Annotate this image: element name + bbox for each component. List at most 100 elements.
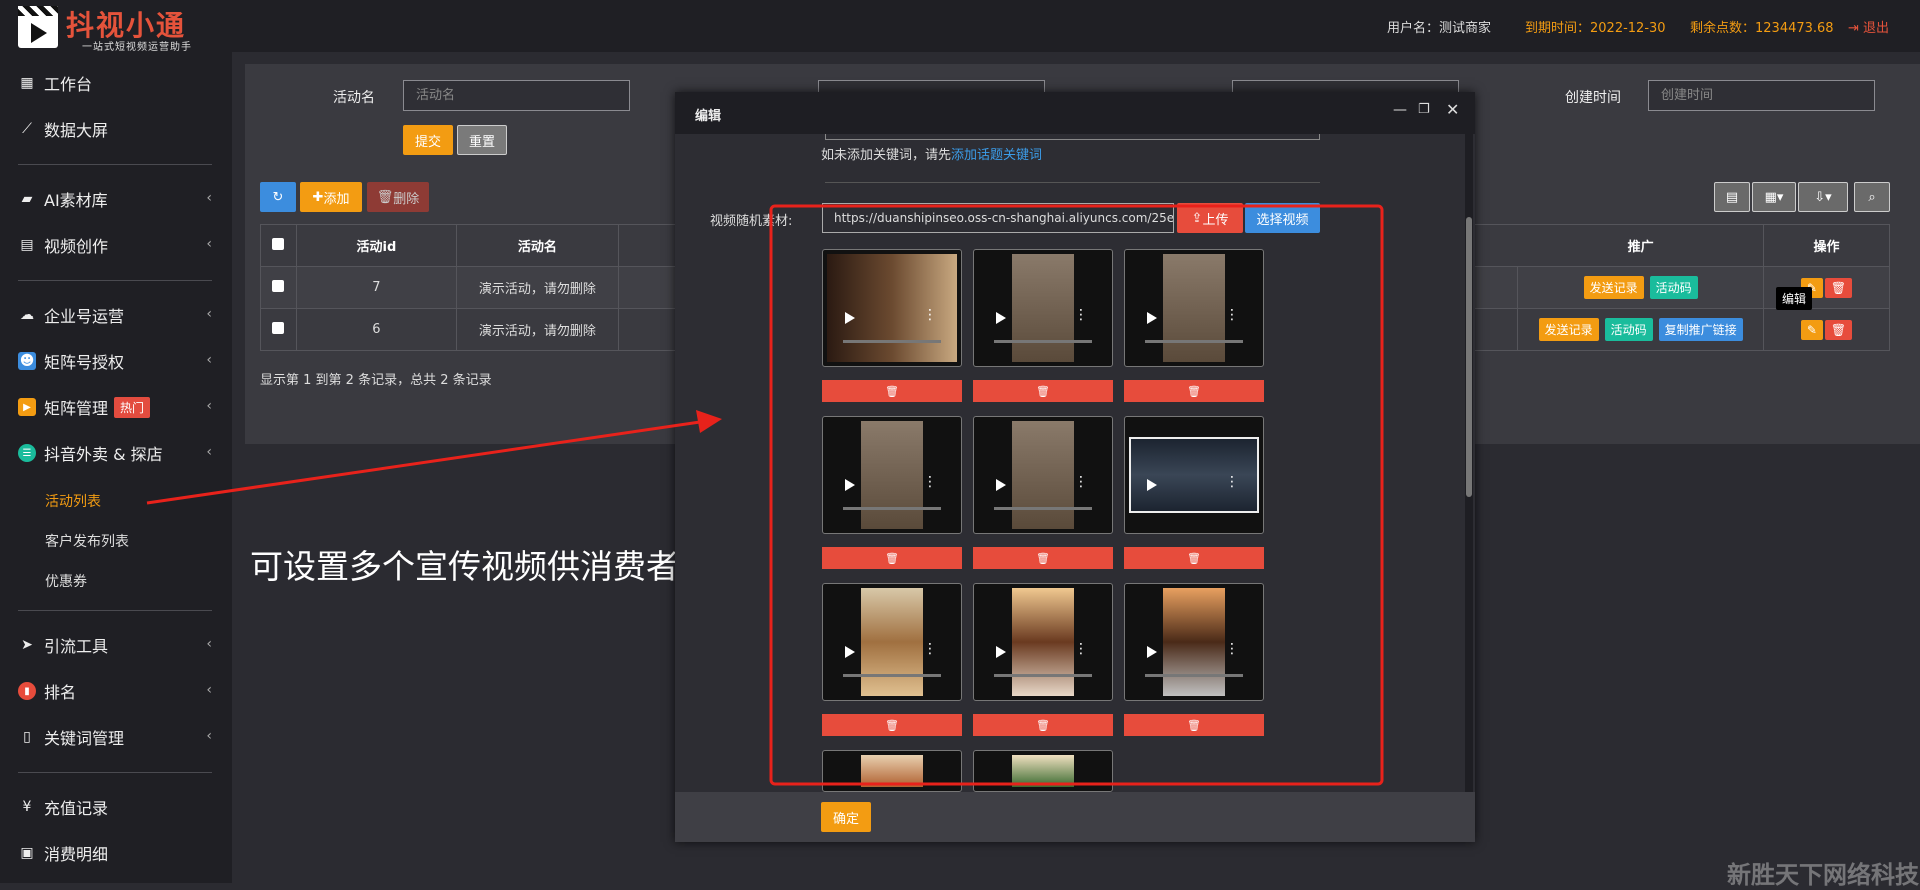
play-icon — [996, 646, 1006, 658]
video-thumbnail[interactable]: ⋮ — [822, 249, 962, 367]
logout-link[interactable]: ⇥ 退出 — [1848, 17, 1889, 36]
choose-video-button[interactable]: 选择视频 — [1245, 203, 1320, 233]
col-activity-id[interactable]: 活动id — [295, 224, 457, 267]
sidebar-item-takeout[interactable]: ☰ 抖音外卖 & 探店 ‹ — [18, 438, 218, 468]
col-activity-name[interactable]: 活动名 — [455, 224, 619, 267]
sidebar-item-dashboard[interactable]: ▦ 工作台 — [18, 68, 218, 98]
keyword-tags-box[interactable] — [825, 134, 1320, 140]
sidebar-item-enterprise[interactable]: ☁ 企业号运营 ‹ — [18, 300, 218, 330]
video-thumbnail[interactable]: ⋮ — [822, 583, 962, 701]
chevron-down-icon: ‹ — [206, 444, 212, 460]
created-time-input[interactable]: 创建时间 — [1648, 80, 1875, 111]
sidebar-item-ranking[interactable]: ▮ 排名 ‹ — [18, 676, 218, 706]
search-button[interactable]: ⌕ — [1854, 182, 1890, 212]
progress-bar — [843, 340, 941, 343]
modal-title: 编辑 — [695, 109, 722, 124]
video-thumbnail[interactable]: ⋮ — [973, 249, 1113, 367]
brand-logo[interactable]: 抖视小通 一站式短视频运营助手 — [18, 4, 218, 53]
logout-icon: ⇥ — [1848, 21, 1859, 36]
video-thumbnail[interactable]: ⋮ — [1124, 416, 1264, 534]
sidebar-item-video-creation[interactable]: ▤ 视频创作 ‹ — [18, 230, 218, 260]
close-icon[interactable]: ✕ — [1446, 100, 1459, 119]
toggle-view-button[interactable]: ▤ — [1714, 182, 1750, 212]
video-thumbnail[interactable] — [822, 750, 962, 792]
sidebar-item-recharge[interactable]: ¥ 充值记录 — [18, 792, 218, 822]
maximize-icon[interactable]: ❐ — [1418, 102, 1430, 117]
folder-icon: ▰ — [21, 191, 33, 207]
sidebar-item-data-screen[interactable]: ⟋ 数据大屏 — [18, 114, 218, 144]
delete-video-button[interactable]: 🗑 — [822, 714, 962, 736]
sidebar-sub-activity-list[interactable]: 活动列表 — [45, 491, 101, 511]
row-name: 演示活动，请勿删除 — [455, 308, 619, 351]
edit-button[interactable]: ✎ — [1800, 319, 1823, 340]
send-record-button[interactable]: 发送记录 — [1538, 318, 1599, 341]
delete-video-button[interactable]: 🗑 — [822, 380, 962, 402]
trash-icon: 🗑 — [1830, 322, 1847, 337]
plus-icon: ✚ — [312, 189, 324, 205]
row-checkbox[interactable] — [272, 279, 285, 292]
chevron-left-icon: ‹ — [206, 682, 212, 698]
video-url-input[interactable]: https://duanshipinseo.oss-cn-shanghai.al… — [822, 203, 1174, 233]
sidebar-item-matrix-auth[interactable]: ☻ 矩阵号授权 ‹ — [18, 346, 218, 376]
delete-row-button[interactable]: 🗑 — [1824, 319, 1853, 340]
modal-scrollbar-thumb[interactable] — [1466, 217, 1472, 497]
sidebar-sub-customer-list[interactable]: 客户发布列表 — [45, 531, 129, 551]
video-thumbnail[interactable]: ⋮ — [973, 416, 1113, 534]
sidebar-item-consumption[interactable]: ▣ 消费明细 — [18, 838, 218, 868]
video-thumbnail[interactable]: ⋮ — [822, 416, 962, 534]
username-label: 用户名：测试商家 — [1387, 21, 1492, 36]
add-keyword-link[interactable]: 添加话题关键词 — [951, 148, 1042, 163]
delete-video-button[interactable]: 🗑 — [1124, 547, 1264, 569]
sidebar-item-keywords[interactable]: ▯ 关键词管理 ‹ — [18, 722, 218, 752]
export-button[interactable]: ⇩▾ — [1798, 182, 1848, 212]
delete-video-button[interactable]: 🗑 — [973, 714, 1113, 736]
send-record-button[interactable]: 发送记录 — [1583, 276, 1644, 299]
edit-modal: 编辑 — ❐ ✕ 如未添加关键词，请先添加话题关键词 视频随机素材: https… — [675, 92, 1475, 842]
sidebar-item-matrix-manage[interactable]: ▶ 矩阵管理 热门 ‹ — [18, 392, 218, 422]
add-button[interactable]: ✚ 添加 — [300, 182, 362, 212]
sidebar-item-label: AI素材库 — [44, 191, 108, 210]
modal-footer: 确定 — [675, 792, 1475, 842]
line-chart-icon: ⟋ — [22, 121, 32, 137]
select-all-checkbox[interactable] — [272, 237, 285, 250]
upload-button[interactable]: ⇪ 上传 — [1177, 203, 1243, 233]
trash-icon: 🗑 — [1187, 718, 1201, 732]
submit-button[interactable]: 提交 — [403, 125, 453, 155]
video-thumbnail[interactable] — [973, 750, 1113, 792]
sidebar-item-label: 抖音外卖 & 探店 — [44, 445, 163, 464]
refresh-button[interactable]: ↻ — [260, 182, 296, 212]
activity-code-button[interactable]: 活动码 — [1649, 276, 1698, 299]
delete-video-button[interactable]: 🗑 — [822, 547, 962, 569]
more-icon: ⋮ — [1225, 307, 1239, 323]
upload-label: 上传 — [1202, 212, 1229, 228]
activity-code-button[interactable]: 活动码 — [1604, 318, 1653, 341]
copy-link-button[interactable]: 复制推广链接 — [1658, 318, 1743, 341]
columns-button[interactable]: ▦▾ — [1752, 182, 1796, 212]
film-icon: ▤ — [20, 237, 34, 253]
delete-video-button[interactable]: 🗑 — [973, 380, 1113, 402]
delete-video-button[interactable]: 🗑 — [1124, 714, 1264, 736]
sidebar-item-ai-library[interactable]: ▰ AI素材库 ‹ — [18, 184, 218, 214]
upload-icon: ⇪ — [1191, 210, 1203, 226]
sidebar-item-traffic-tools[interactable]: ➤ 引流工具 ‹ — [18, 630, 218, 660]
progress-bar — [1145, 674, 1243, 677]
video-thumbnail[interactable]: ⋮ — [973, 583, 1113, 701]
delete-button[interactable]: 🗑 删除 — [367, 182, 429, 212]
video-thumbnail[interactable]: ⋮ — [1124, 249, 1264, 367]
more-icon: ⋮ — [923, 307, 937, 323]
delete-video-button[interactable]: 🗑 — [973, 547, 1113, 569]
play-icon — [996, 312, 1006, 324]
video-thumbnail[interactable]: ⋮ — [1124, 583, 1264, 701]
store-icon: ☰ — [18, 444, 36, 462]
confirm-button[interactable]: 确定 — [821, 802, 871, 832]
sidebar-sub-coupons[interactable]: 优惠券 — [45, 571, 87, 591]
minimize-icon[interactable]: — — [1393, 102, 1407, 118]
activity-name-input[interactable]: 活动名 — [403, 80, 630, 111]
row-promotion: 发送记录 活动码 复制推广链接 — [1517, 308, 1765, 351]
col-operation[interactable]: 操作 — [1763, 224, 1890, 267]
delete-video-button[interactable]: 🗑 — [1124, 380, 1264, 402]
reset-button[interactable]: 重置 — [457, 125, 507, 155]
row-checkbox[interactable] — [272, 321, 285, 334]
delete-row-button[interactable]: 🗑 — [1824, 277, 1853, 298]
col-promotion[interactable]: 推广 — [1517, 224, 1765, 267]
